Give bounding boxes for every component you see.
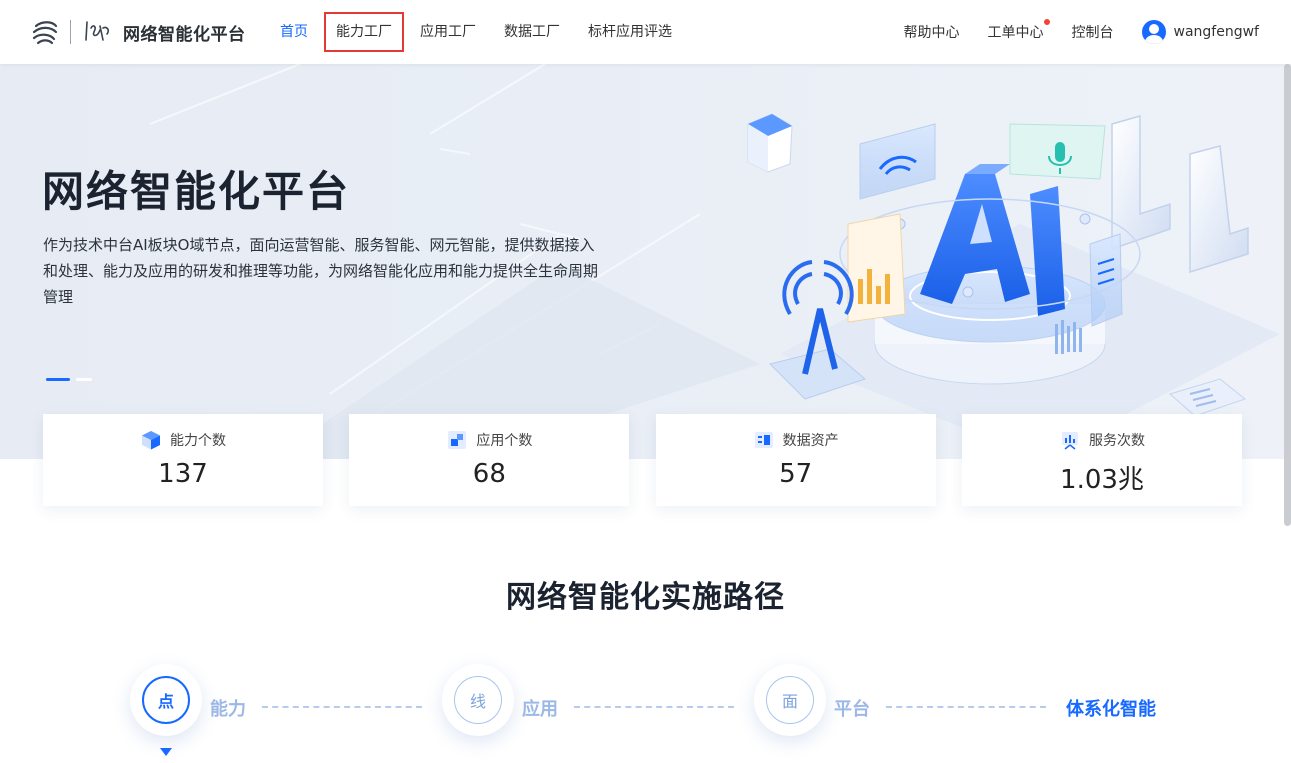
stat-value: 1.03兆 xyxy=(1060,465,1144,495)
stat-card-capabilities[interactable]: 能力个数 137 xyxy=(43,414,323,506)
hero-banner: 网络智能化平台 作为技术中台AI板块O域节点，面向运营智能、服务智能、网元智能，… xyxy=(0,64,1291,459)
stat-value: 137 xyxy=(158,459,208,489)
path-step-label: 应用 xyxy=(522,699,558,720)
app-blocks-icon xyxy=(448,431,467,449)
path-node-line[interactable]: 线 xyxy=(442,664,514,736)
l4-text: L4 xyxy=(1108,233,1110,235)
path-node-label: 线 xyxy=(454,676,502,724)
ticket-center-label: 工单中心 xyxy=(987,25,1044,41)
main-nav: 首页 能力工厂 应用工厂 数据工厂 标杆应用评选 xyxy=(268,0,688,64)
cube-icon xyxy=(142,431,160,450)
console-link[interactable]: 控制台 xyxy=(1072,22,1114,42)
help-center-link[interactable]: 帮助中心 xyxy=(904,22,960,42)
carousel-indicators xyxy=(46,378,98,381)
implementation-path-title: 网络智能化实施路径 xyxy=(506,580,785,615)
hero-description: 作为技术中台AI板块O域节点，面向运营智能、服务智能、网元智能，提供数据接入和处… xyxy=(43,236,599,306)
path-step-label: 能力 xyxy=(210,699,246,720)
stat-label: 服务次数 xyxy=(1088,433,1145,449)
carousel-dot-active[interactable] xyxy=(46,378,70,381)
top-header: 网络智能化平台 首页 能力工厂 应用工厂 数据工厂 标杆应用评选 帮助中心 工单… xyxy=(0,0,1291,64)
signature-logo-icon xyxy=(85,21,110,41)
nav-item-home[interactable]: 首页 xyxy=(268,12,320,52)
nav-item-benchmark-selection[interactable]: 标杆应用评选 xyxy=(576,12,684,52)
stat-label: 数据资产 xyxy=(782,433,839,449)
path-node-point[interactable]: 点 xyxy=(130,664,202,756)
notification-dot-icon xyxy=(1043,19,1050,25)
implementation-path: 点 能力 线 应用 面 平台 体系化智能 xyxy=(0,650,1291,763)
logo-divider xyxy=(70,20,71,44)
hero-title: 网络智能化平台 xyxy=(42,167,351,216)
active-pointer-icon xyxy=(160,748,172,756)
path-connector xyxy=(574,706,734,708)
ticket-center-link[interactable]: 工单中心 xyxy=(987,19,1050,42)
user-avatar-icon xyxy=(1141,20,1166,44)
stat-card-apps[interactable]: 应用个数 68 xyxy=(349,414,630,506)
path-node-surface[interactable]: 面 xyxy=(754,664,826,736)
stat-card-service-count[interactable]: 服务次数 1.03兆 xyxy=(961,414,1242,506)
ai-platform-illustration: L4 AI xyxy=(747,113,1280,459)
stat-value: 68 xyxy=(472,459,506,489)
carousel-dot[interactable] xyxy=(76,378,92,381)
nav-item-capability-factory[interactable]: 能力工厂 xyxy=(324,12,404,52)
path-connector xyxy=(262,706,422,708)
path-final-label: 体系化智能 xyxy=(1066,699,1156,720)
user-menu[interactable]: wangfengwf xyxy=(1141,20,1259,44)
path-connector xyxy=(886,706,1046,708)
nav-item-data-factory[interactable]: 数据工厂 xyxy=(492,12,572,52)
service-chart-icon xyxy=(1061,432,1078,450)
path-node-label: 面 xyxy=(766,676,814,724)
stat-value: 57 xyxy=(779,459,813,489)
username: wangfengwf xyxy=(1173,24,1259,40)
nav-item-app-factory[interactable]: 应用工厂 xyxy=(408,12,488,52)
data-asset-icon xyxy=(754,432,773,448)
path-step-label: 平台 xyxy=(834,699,870,720)
stat-label: 能力个数 xyxy=(170,433,226,449)
china-mobile-logo-icon xyxy=(32,21,58,45)
stat-label: 应用个数 xyxy=(476,433,533,449)
stats-row: 能力个数 137 应用个数 68 数据资产 57 服务次数 1.03兆 xyxy=(43,414,1242,506)
path-node-label: 点 xyxy=(142,676,190,724)
header-right: 帮助中心 工单中心 控制台 wangfengwf xyxy=(876,0,1259,64)
stat-card-data-assets[interactable]: 数据资产 57 xyxy=(655,414,936,506)
page-scrollbar[interactable] xyxy=(1284,64,1291,526)
logo[interactable]: 网络智能化平台 xyxy=(30,17,246,47)
logo-title: 网络智能化平台 xyxy=(123,24,246,45)
